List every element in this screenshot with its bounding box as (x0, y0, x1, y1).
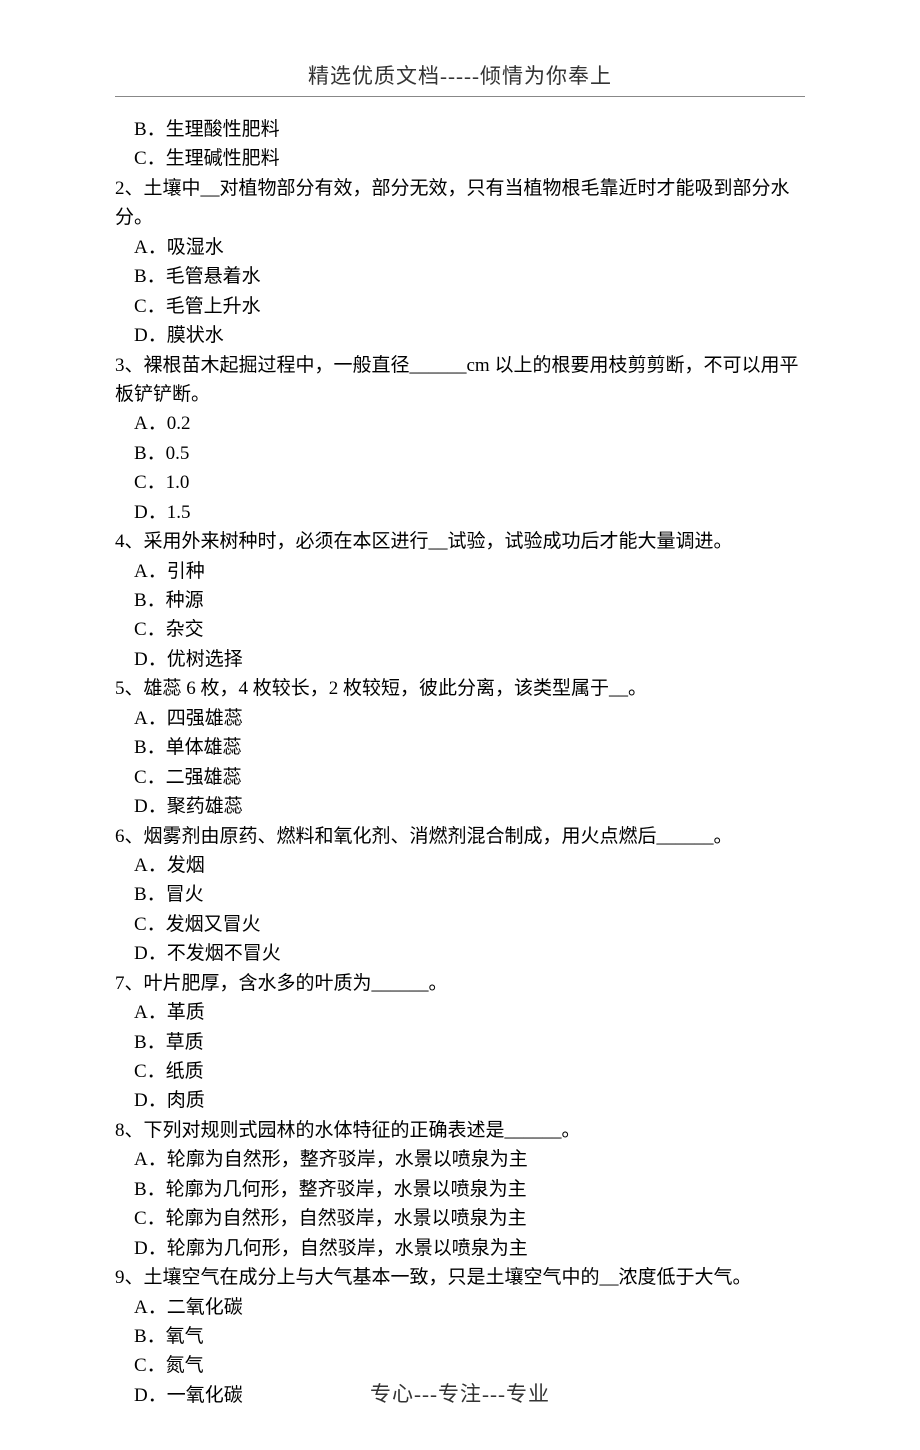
option-item: C．二强雄蕊 (115, 763, 805, 792)
option-item: A．二氧化碳 (115, 1293, 805, 1322)
page-header: 精选优质文档-----倾情为你奉上 (115, 60, 805, 90)
question-stem: 7、叶片肥厚，含水多的叶质为______。 (115, 969, 805, 998)
question-stem: 5、雄蕊 6 枚，4 枚较长，2 枚较短，彼此分离，该类型属于__。 (115, 674, 805, 703)
option-item: C．氮气 (115, 1351, 805, 1380)
question-stem: 4、采用外来树种时，必须在本区进行__试验，试验成功后才能大量调进。 (115, 527, 805, 556)
option-item: A．发烟 (115, 851, 805, 880)
option-item: D．膜状水 (115, 321, 805, 350)
option-item: B．单体雄蕊 (115, 733, 805, 762)
question-stem: 3、裸根苗木起掘过程中，一般直径______cm 以上的根要用枝剪剪断，不可以用… (115, 351, 805, 410)
option-item: A．引种 (115, 557, 805, 586)
option-item: C．毛管上升水 (115, 292, 805, 321)
option-item: D．肉质 (115, 1086, 805, 1115)
option-item: B．冒火 (115, 880, 805, 909)
option-item: B．毛管悬着水 (115, 262, 805, 291)
option-item: D．聚药雄蕊 (115, 792, 805, 821)
header-rule (115, 96, 805, 97)
content-body: B．生理酸性肥料 C．生理碱性肥料 2、土壤中__对植物部分有效，部分无效，只有… (115, 115, 805, 1410)
page-footer: 专心---专注---专业 (0, 1378, 920, 1408)
option-item: C．杂交 (115, 615, 805, 644)
option-item: C．发烟又冒火 (115, 910, 805, 939)
option-item: B．氧气 (115, 1322, 805, 1351)
option-item: A．革质 (115, 998, 805, 1027)
option-item: B．轮廓为几何形，整齐驳岸，水景以喷泉为主 (115, 1175, 805, 1204)
option-item: D．轮廓为几何形，自然驳岸，水景以喷泉为主 (115, 1234, 805, 1263)
question-stem: 2、土壤中__对植物部分有效，部分无效，只有当植物根毛靠近时才能吸到部分水分。 (115, 174, 805, 233)
option-item: C．纸质 (115, 1057, 805, 1086)
document-page: 精选优质文档-----倾情为你奉上 B．生理酸性肥料 C．生理碱性肥料 2、土壤… (0, 0, 920, 1450)
question-stem: 9、土壤空气在成分上与大气基本一致，只是土壤空气中的__浓度低于大气。 (115, 1263, 805, 1292)
option-item: B．种源 (115, 586, 805, 615)
option-item: A．轮廓为自然形，整齐驳岸，水景以喷泉为主 (115, 1145, 805, 1174)
option-item: C．轮廓为自然形，自然驳岸，水景以喷泉为主 (115, 1204, 805, 1233)
option-item: A．0.2 (115, 409, 805, 438)
option-item: C．生理碱性肥料 (115, 144, 805, 173)
option-item: B．草质 (115, 1028, 805, 1057)
option-item: C．1.0 (115, 468, 805, 497)
option-item: D．优树选择 (115, 645, 805, 674)
option-item: B．生理酸性肥料 (115, 115, 805, 144)
option-item: B．0.5 (115, 439, 805, 468)
option-item: D．不发烟不冒火 (115, 939, 805, 968)
option-item: A．吸湿水 (115, 233, 805, 262)
question-stem: 6、烟雾剂由原药、燃料和氧化剂、消燃剂混合制成，用火点燃后______。 (115, 822, 805, 851)
question-stem: 8、下列对规则式园林的水体特征的正确表述是______。 (115, 1116, 805, 1145)
option-item: A．四强雄蕊 (115, 704, 805, 733)
option-item: D．1.5 (115, 498, 805, 527)
